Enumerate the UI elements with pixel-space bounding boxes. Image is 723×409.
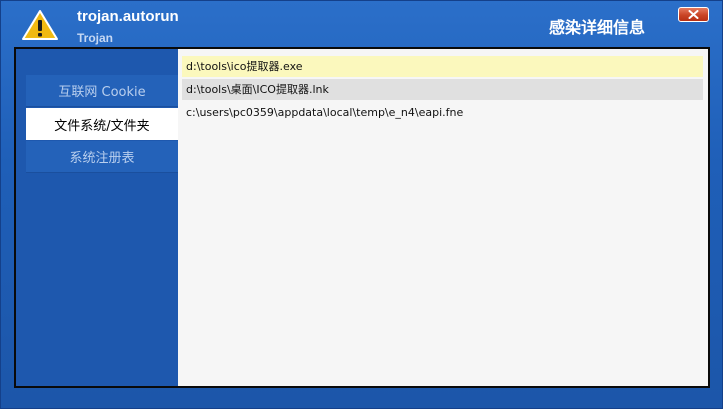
close-button[interactable]: [678, 7, 709, 22]
sidebar-item-file-system[interactable]: 文件系统/文件夹: [26, 108, 178, 140]
sidebar-item-internet-cookie[interactable]: 互联网 Cookie: [26, 75, 178, 107]
sidebar-item-label: 系统注册表: [69, 151, 135, 166]
title-bar: trojan.autorun Trojan 感染详细信息: [1, 1, 722, 47]
threat-name: trojan.autorun: [77, 8, 179, 25]
sidebar-item-label: 互联网 Cookie: [58, 85, 146, 100]
category-sidebar: 互联网 Cookie 文件系统/文件夹 系统注册表: [16, 49, 178, 386]
close-icon: [688, 10, 699, 19]
threat-type: Trojan: [77, 31, 114, 45]
sidebar-item-label: 文件系统/文件夹: [54, 118, 150, 134]
dialog-title: 感染详细信息: [549, 18, 646, 37]
infection-details-window: trojan.autorun Trojan 感染详细信息 互联网 Cookie …: [0, 0, 723, 409]
content-frame: 互联网 Cookie 文件系统/文件夹 系统注册表 d:\tools\ico提取…: [14, 47, 710, 388]
warning-icon: [22, 10, 58, 40]
list-item[interactable]: d:\tools\桌面\ICO提取器.lnk: [182, 79, 703, 100]
list-item[interactable]: d:\tools\ico提取器.exe: [182, 56, 703, 77]
sidebar-item-registry[interactable]: 系统注册表: [26, 141, 178, 173]
file-list[interactable]: d:\tools\ico提取器.exe d:\tools\桌面\ICO提取器.l…: [178, 49, 708, 386]
list-item[interactable]: c:\users\pc0359\appdata\local\temp\e_n4\…: [182, 102, 703, 123]
